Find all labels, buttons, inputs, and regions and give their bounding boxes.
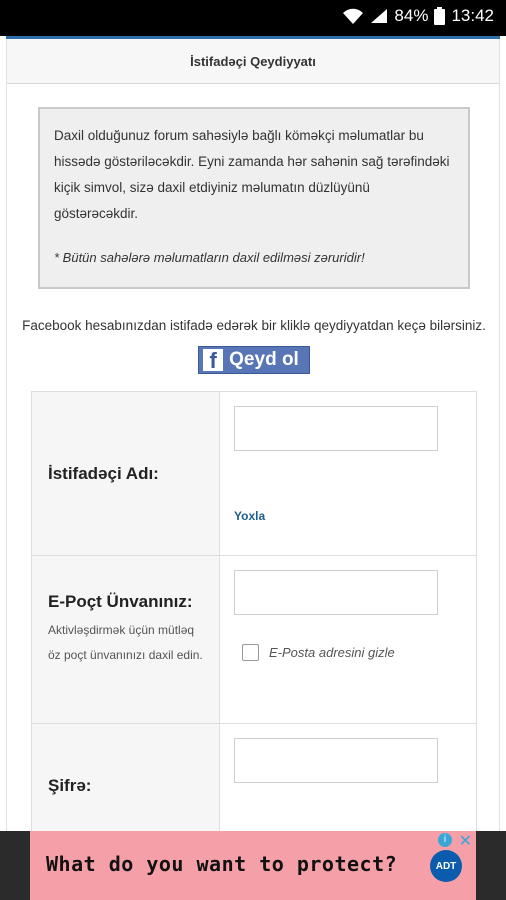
email-row: E-Poçt Ünvanınız: Aktivləşdirmək üçün mü… <box>32 556 476 724</box>
email-label: E-Poçt Ünvanınız: <box>48 592 193 611</box>
battery-icon <box>434 7 446 25</box>
facebook-icon: f <box>203 349 224 373</box>
ad-info-icon[interactable]: i <box>438 833 452 847</box>
hide-email-label: E-Posta adresini gizle <box>269 645 395 660</box>
wifi-icon <box>343 8 364 24</box>
username-row: İstifadəçi Adı: Yoxla <box>32 392 476 556</box>
check-username-link[interactable]: Yoxla <box>234 509 265 523</box>
password-row: Şifrə: <box>32 724 476 831</box>
clock: 13:42 <box>451 6 494 25</box>
username-label: İstifadəçi Adı: <box>48 463 159 483</box>
registration-form: İstifadəçi Adı: Yoxla E-Poçt Ünvanınız: … <box>31 391 477 831</box>
email-help-text: Aktivləşdirmək üçün mütləq öz poçt ünvan… <box>48 623 203 662</box>
info-box: Daxil olduğunuz forum sahəsiylə bağlı kö… <box>38 107 470 289</box>
password-input[interactable] <box>234 738 438 783</box>
required-note: * Bütün sahələrə məlumatların daxil edil… <box>54 250 365 265</box>
facebook-section: Facebook hesabınızdan istifadə edərək bi… <box>15 309 493 377</box>
facebook-text: Facebook hesabınızdan istifadə edərək bi… <box>22 318 486 333</box>
status-bar: 84% 13:42 <box>0 0 506 36</box>
adt-logo: ADT <box>430 850 462 882</box>
password-label: Şifrə: <box>48 776 92 795</box>
ad-text: What do you want to protect? <box>46 852 398 876</box>
ad-banner[interactable]: What do you want to protect? ADT i ✕ <box>0 831 506 900</box>
email-input[interactable] <box>234 570 438 615</box>
hide-email-option[interactable]: E-Posta adresini gizle <box>242 644 395 661</box>
ad-content[interactable]: What do you want to protect? ADT i ✕ <box>30 831 476 900</box>
battery-percent: 84% <box>394 6 429 25</box>
facebook-register-button[interactable]: f Qeyd ol <box>198 346 310 375</box>
info-text: Daxil olduğunuz forum sahəsiylə bağlı kö… <box>54 128 450 221</box>
username-input[interactable] <box>234 406 438 451</box>
ad-close-icon[interactable]: ✕ <box>459 831 472 851</box>
facebook-button-label: Qeyd ol <box>229 349 299 371</box>
signal-icon <box>371 9 388 23</box>
hide-email-checkbox[interactable] <box>242 644 259 661</box>
page-title: İstifadəçi Qeydiyyatı <box>7 39 499 84</box>
registration-page: İstifadəçi Qeydiyyatı Daxil olduğunuz fo… <box>6 39 500 831</box>
